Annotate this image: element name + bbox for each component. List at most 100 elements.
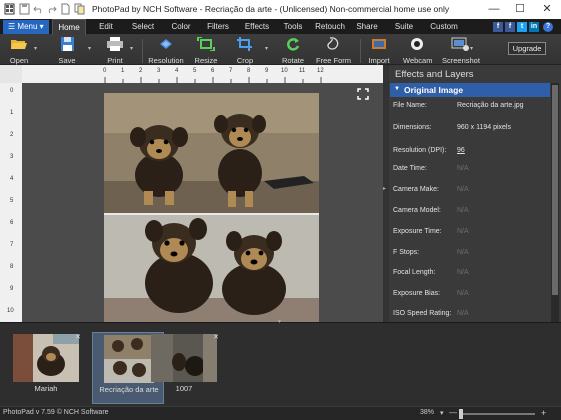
property-key: Camera Make: bbox=[393, 186, 439, 193]
ruler-label: 1 bbox=[121, 68, 125, 74]
property-key: Dimensions: bbox=[393, 124, 432, 131]
screenshot-icon bbox=[451, 37, 469, 51]
ruler-label: 6 bbox=[211, 68, 215, 74]
thumbnail-1007-photo bbox=[151, 334, 217, 382]
ruler-label: 5 bbox=[10, 198, 14, 204]
close-thumbnail-icon[interactable]: ✕ bbox=[75, 333, 81, 341]
crop-icon bbox=[237, 37, 252, 51]
printer-icon bbox=[107, 37, 123, 51]
property-value: 960 x 1194 pixels bbox=[457, 124, 511, 131]
open-button[interactable]: Open bbox=[6, 37, 32, 65]
chevron-down-icon: ▾ bbox=[37, 22, 44, 31]
tab-custom[interactable]: Custom bbox=[428, 19, 460, 35]
ruler-label: 6 bbox=[10, 220, 14, 226]
crop-dropdown-icon[interactable]: ▾ bbox=[265, 45, 268, 52]
floppy-disk-icon bbox=[61, 37, 74, 51]
tab-retouch[interactable]: Retouch bbox=[312, 19, 348, 35]
maximize-button[interactable]: ☐ bbox=[507, 0, 533, 19]
save-button[interactable]: Save bbox=[54, 37, 80, 65]
screenshot-dropdown-icon[interactable]: ▾ bbox=[470, 45, 473, 52]
linkedin-icon[interactable]: in bbox=[529, 22, 539, 32]
ruler-label: 3 bbox=[10, 154, 14, 160]
free-form-button[interactable]: Free Form bbox=[316, 37, 351, 65]
undo-icon[interactable] bbox=[33, 3, 44, 15]
copy-icon[interactable] bbox=[74, 3, 85, 15]
panel-scrollbar[interactable] bbox=[551, 83, 559, 322]
webcam-button[interactable]: Webcam bbox=[403, 37, 432, 65]
vertical-ruler: 0 1 2 3 4 5 6 7 8 9 10 bbox=[0, 83, 22, 322]
tab-tools[interactable]: Tools bbox=[280, 19, 306, 35]
close-button[interactable]: ✕ bbox=[534, 0, 560, 19]
open-dropdown-icon[interactable]: ▾ bbox=[34, 45, 37, 52]
ruler-corner bbox=[0, 65, 22, 83]
property-key: Resolution (DPI): bbox=[393, 147, 447, 154]
collapse-filmstrip-icon[interactable]: ▾ bbox=[278, 318, 281, 325]
resize-button[interactable]: Resize bbox=[193, 36, 219, 65]
thumbnail-item[interactable]: ✕ 1007 bbox=[148, 332, 220, 404]
webcam-icon bbox=[411, 38, 423, 50]
help-icon[interactable]: ? bbox=[543, 22, 553, 32]
property-key: Exposure Time: bbox=[393, 228, 442, 235]
tab-color[interactable]: Color bbox=[166, 19, 196, 35]
thumbnail-recriacao-photo bbox=[104, 335, 154, 383]
new-file-icon[interactable] bbox=[60, 3, 71, 15]
upgrade-button[interactable]: Upgrade bbox=[508, 42, 546, 55]
resolution-value-link[interactable]: 96 bbox=[457, 147, 465, 154]
facebook-like-icon[interactable]: f bbox=[505, 22, 515, 32]
tab-suite[interactable]: Suite bbox=[391, 19, 417, 35]
ruler-label: 1 bbox=[10, 110, 14, 116]
fit-to-window-icon[interactable] bbox=[357, 88, 369, 100]
property-value: N/A bbox=[457, 269, 469, 276]
property-key: Camera Model: bbox=[393, 207, 441, 214]
effects-layers-panel: Effects and Layers ▼ Original Image File… bbox=[389, 65, 561, 322]
save-dropdown-icon[interactable]: ▾ bbox=[88, 45, 91, 52]
minimize-button[interactable]: — bbox=[481, 0, 507, 19]
screenshot-label: Screenshot bbox=[442, 56, 480, 65]
tab-effects[interactable]: Effects bbox=[240, 19, 274, 35]
title-bar: PhotoPad by NCH Software - Recriação da … bbox=[0, 0, 561, 19]
resize-icon bbox=[197, 36, 215, 52]
photo-canvas[interactable] bbox=[104, 93, 319, 322]
menu-button[interactable]: ☰ Menu ▾ bbox=[3, 20, 49, 34]
tab-share[interactable]: Share bbox=[354, 19, 380, 35]
ruler-label: 0 bbox=[103, 68, 107, 74]
zoom-dropdown-icon[interactable]: ▾ bbox=[440, 409, 444, 417]
zoom-slider[interactable] bbox=[459, 409, 535, 419]
print-label: Print bbox=[107, 56, 123, 65]
tab-select[interactable]: Select bbox=[126, 19, 160, 35]
toolbar-separator bbox=[142, 39, 143, 63]
collapse-arrow-icon[interactable]: ▸ bbox=[383, 185, 386, 192]
original-image-section-header[interactable]: ▼ Original Image bbox=[390, 83, 550, 97]
ruler-label: 2 bbox=[139, 68, 143, 74]
rotate-button[interactable]: Rotate bbox=[280, 37, 306, 65]
tab-filters[interactable]: Filters bbox=[202, 19, 234, 35]
ruler-label: 2 bbox=[10, 132, 14, 138]
ruler-label: 11 bbox=[299, 68, 306, 74]
print-dropdown-icon[interactable]: ▾ bbox=[130, 45, 133, 52]
ruler-label: 9 bbox=[10, 286, 14, 292]
import-label: Import bbox=[368, 56, 390, 65]
thumbnail-item[interactable]: ✕ Mariah bbox=[10, 332, 82, 404]
redo-icon[interactable] bbox=[46, 3, 57, 15]
close-thumbnail-icon[interactable]: ✕ bbox=[213, 333, 219, 341]
zoom-slider-handle[interactable] bbox=[459, 409, 463, 419]
twitter-icon[interactable]: t bbox=[517, 22, 527, 32]
ruler-label: 9 bbox=[265, 68, 269, 74]
thumbnail-image bbox=[13, 334, 79, 382]
crop-button[interactable]: Crop bbox=[232, 37, 258, 65]
menu-bar: ☰ Menu ▾ Home Edit Select Color Filters … bbox=[0, 19, 561, 35]
ruler-label: 0 bbox=[10, 88, 14, 94]
tab-edit[interactable]: Edit bbox=[92, 19, 120, 35]
zoom-out-button[interactable]: — bbox=[449, 408, 457, 417]
tab-home[interactable]: Home bbox=[52, 19, 86, 35]
ruler-label: 4 bbox=[10, 176, 14, 182]
collapse-triangle-icon: ▼ bbox=[394, 86, 400, 92]
resolution-button[interactable]: Resolution bbox=[148, 37, 184, 65]
import-button[interactable]: Import bbox=[366, 37, 392, 65]
save-icon[interactable] bbox=[19, 3, 30, 15]
facebook-icon[interactable]: f bbox=[493, 22, 503, 32]
property-key: File Name: bbox=[393, 102, 427, 109]
print-button[interactable]: Print bbox=[102, 37, 128, 65]
zoom-in-button[interactable]: + bbox=[541, 408, 546, 418]
scrollbar-thumb[interactable] bbox=[552, 85, 558, 295]
